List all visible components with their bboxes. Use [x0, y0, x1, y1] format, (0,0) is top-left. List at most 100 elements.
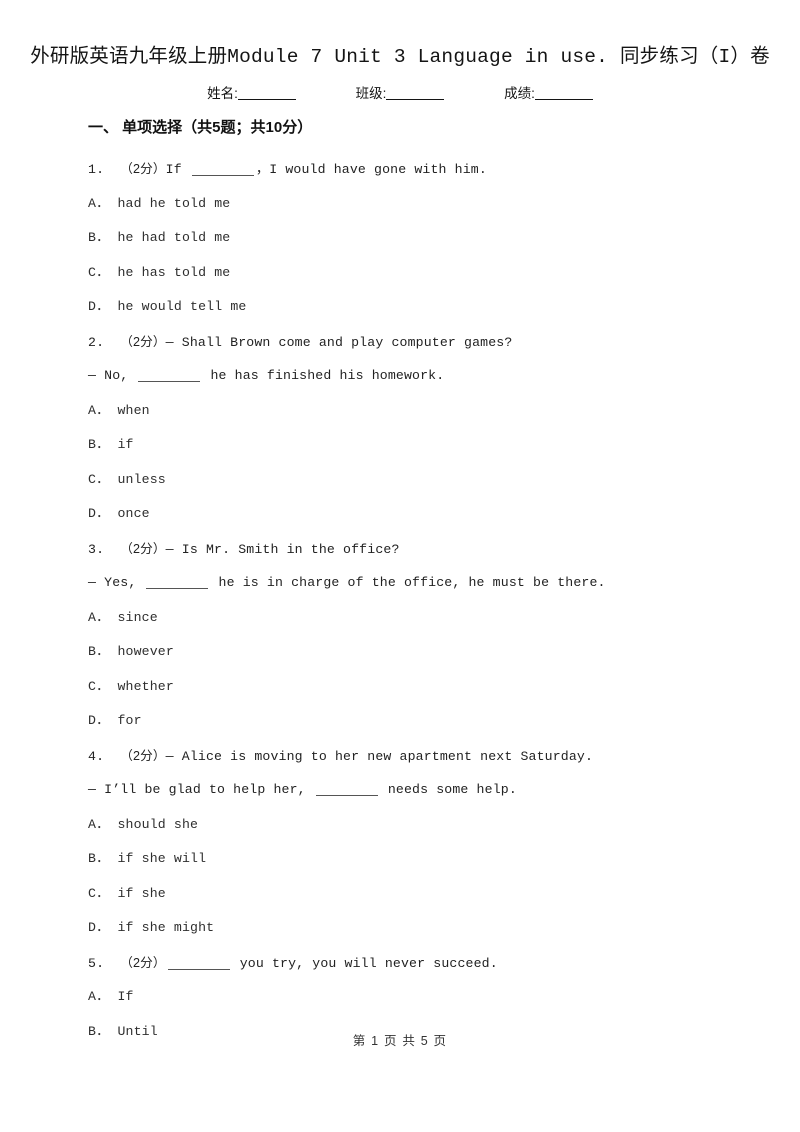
option-label: B．	[88, 230, 118, 245]
student-class-blank[interactable]	[386, 99, 445, 100]
answer-option[interactable]: A． should she	[88, 808, 768, 843]
stem-text: you try, you will never succeed.	[231, 955, 498, 971]
student-score-label: 成绩:	[504, 86, 535, 101]
student-class-field[interactable]: 班级:	[356, 84, 445, 104]
question-stem-continued: — I’ll be glad to help her, needs some h…	[88, 773, 768, 808]
question-points: （2分）	[120, 748, 166, 763]
question-stem: 5. （2分） you try, you will never succeed.	[88, 946, 768, 981]
question-points: （2分）	[120, 162, 166, 176]
answer-option[interactable]: B． if she will	[88, 842, 768, 877]
stem-text: — Alice is moving to her new apartment n…	[165, 748, 594, 764]
option-label: A．	[88, 402, 118, 418]
page-footer: 第 1 页 共 5 页	[352, 1034, 448, 1048]
question-stem: 2. （2分）— Shall Brown come and play compu…	[88, 325, 768, 360]
option-label: B．	[88, 437, 118, 452]
option-label: C．	[88, 264, 118, 280]
question-points: （2分）	[120, 334, 166, 349]
option-text: If	[117, 989, 134, 1004]
option-label: D．	[88, 713, 118, 728]
student-class-label: 班级:	[355, 86, 387, 101]
option-label: A．	[88, 195, 118, 211]
question-stem: 4. （2分）— Alice is moving to her new apar…	[88, 739, 768, 774]
answer-blank[interactable]	[146, 588, 209, 589]
option-text: if she will	[117, 851, 207, 866]
question-number: 3.	[88, 541, 121, 557]
answer-option[interactable]: A． when	[88, 394, 768, 429]
option-label: A．	[88, 989, 118, 1004]
option-text: he would tell me	[117, 299, 247, 314]
option-label: D．	[88, 920, 118, 935]
stem-text: If	[165, 162, 190, 177]
answer-blank[interactable]	[191, 175, 254, 176]
option-text: he has told me	[117, 264, 231, 280]
option-text: he had told me	[117, 230, 231, 245]
page-title: 外研版英语九年级上册Module 7 Unit 3 Language in us…	[30, 46, 770, 68]
option-text: if she might	[117, 920, 215, 935]
answer-option[interactable]: D． he would tell me	[88, 290, 768, 325]
option-label: B．	[88, 644, 118, 659]
option-label: D．	[88, 506, 118, 521]
question-points: （2分）	[120, 541, 166, 556]
question-points: （2分）	[120, 955, 166, 970]
answer-option[interactable]: C． whether	[88, 670, 768, 705]
section-header: 一、 单项选择（共5题；共10分）	[88, 119, 313, 136]
answer-option[interactable]: D． if she might	[88, 911, 768, 946]
option-label: C．	[88, 471, 118, 487]
question-stem-continued: — Yes, he is in charge of the office, he…	[88, 566, 768, 601]
answer-option[interactable]: D． once	[88, 497, 768, 532]
answer-option[interactable]: A． If	[88, 980, 768, 1015]
stem-text: — No,	[88, 368, 137, 383]
question-stem: 3. （2分）— Is Mr. Smith in the office?	[88, 532, 768, 567]
answer-option[interactable]: A． had he told me	[88, 187, 768, 222]
stem-text: ，I would have gone with him.	[255, 162, 487, 177]
option-text: since	[117, 609, 158, 625]
question-number: 2.	[88, 334, 121, 350]
stem-text: — Is Mr. Smith in the office?	[165, 541, 400, 557]
option-text: should she	[117, 816, 199, 832]
answer-option[interactable]: C． if she	[88, 877, 768, 912]
student-info-row: 姓名: 班级: 成绩:	[0, 84, 800, 104]
question-number: 1.	[88, 162, 121, 177]
stem-text: — Yes,	[88, 575, 145, 590]
option-label: A．	[88, 609, 118, 625]
option-text: if she	[117, 885, 166, 901]
option-label: C．	[88, 678, 118, 694]
question-stem: 1. （2分）If ，I would have gone with him.	[88, 152, 768, 187]
stem-text: he is in charge of the office, he must b…	[210, 575, 606, 590]
option-text: however	[117, 644, 174, 659]
stem-text: — I’ll be glad to help her,	[88, 782, 314, 797]
option-label: A．	[88, 816, 118, 832]
answer-blank[interactable]	[138, 381, 201, 382]
stem-text: needs some help.	[379, 782, 517, 797]
questions-list: 1. （2分）If ，I would have gone with him. A．…	[88, 152, 768, 1049]
answer-option[interactable]: B． if	[88, 428, 768, 463]
option-text: once	[117, 506, 150, 521]
stem-text: — Shall Brown come and play computer gam…	[165, 334, 513, 350]
option-text: for	[117, 713, 142, 728]
answer-blank[interactable]	[315, 795, 378, 796]
student-name-field[interactable]: 姓名:	[207, 84, 296, 104]
student-score-field[interactable]: 成绩:	[504, 84, 593, 104]
answer-option[interactable]: D． for	[88, 704, 768, 739]
option-text: whether	[117, 678, 174, 694]
answer-option[interactable]: A． since	[88, 601, 768, 636]
option-text: unless	[117, 471, 166, 487]
answer-option[interactable]: C． unless	[88, 463, 768, 498]
option-label: D．	[88, 299, 118, 314]
option-text: had he told me	[117, 195, 231, 211]
option-text: if	[117, 437, 134, 452]
stem-text: he has finished his homework.	[202, 368, 445, 383]
student-name-label: 姓名:	[207, 86, 238, 101]
exam-page: 外研版英语九年级上册Module 7 Unit 3 Language in us…	[0, 0, 800, 1132]
option-label: C．	[88, 885, 118, 901]
student-name-blank[interactable]	[237, 99, 296, 100]
question-stem-continued: — No, he has finished his homework.	[88, 359, 768, 394]
option-label: B．	[88, 851, 118, 866]
answer-blank[interactable]	[167, 968, 230, 970]
question-number: 5.	[88, 955, 121, 971]
answer-option[interactable]: B． however	[88, 635, 768, 670]
answer-option[interactable]: C． he has told me	[88, 256, 768, 291]
question-number: 4.	[88, 748, 121, 764]
student-score-blank[interactable]	[534, 99, 593, 100]
answer-option[interactable]: B． he had told me	[88, 221, 768, 256]
